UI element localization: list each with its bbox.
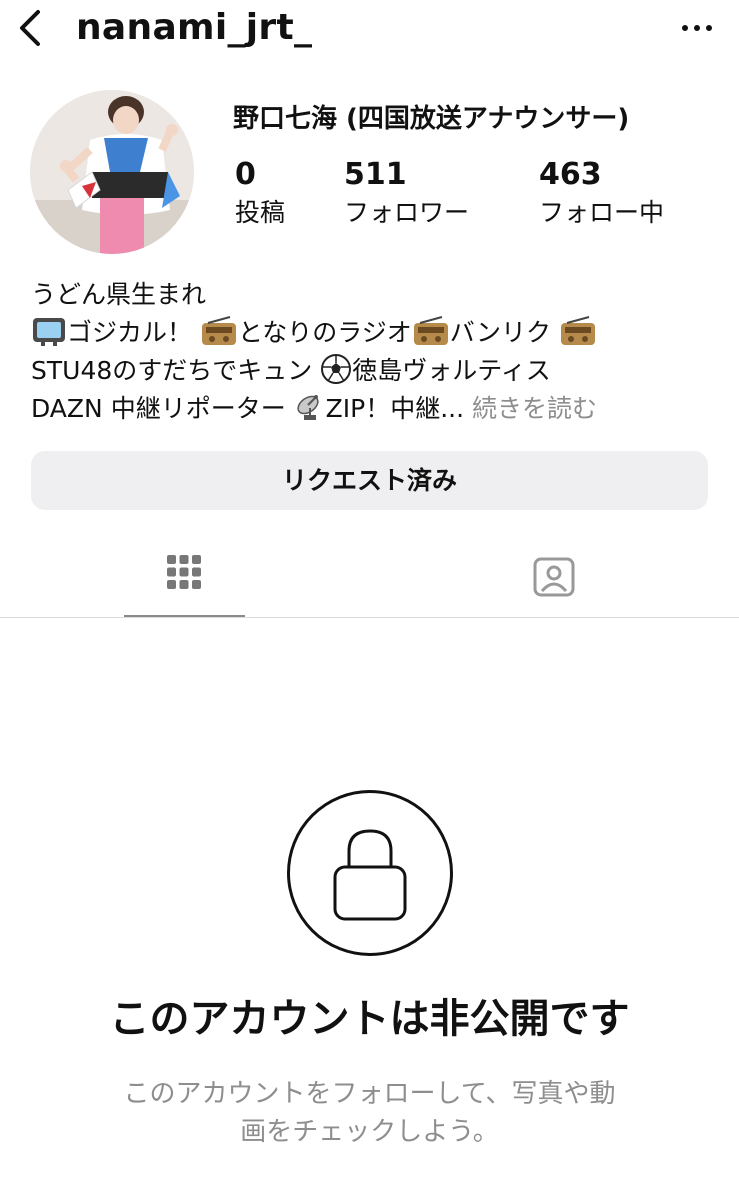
bio-line-2: ゴジカル！ となりのラジオ バンリク	[31, 314, 721, 352]
bio-line-4: DAZN 中継リポーター ZIP！中継... 続きを読む	[31, 390, 721, 428]
display-name: 野口七海 (四国放送アナウンサー)	[233, 104, 630, 134]
tabs-divider	[0, 617, 739, 618]
read-more-link[interactable]: 続きを読む	[472, 394, 597, 423]
satellite-dish-icon	[294, 391, 326, 434]
avatar[interactable]	[30, 90, 194, 254]
lock-icon	[287, 790, 453, 956]
followers-stat[interactable]: 511 フォロワー	[344, 156, 469, 232]
radio-icon	[559, 315, 597, 358]
bio-text: ゴジカル！	[67, 318, 193, 347]
bio-text: ZIP！中継...	[325, 394, 465, 423]
bio-text: うどん県生まれ	[31, 280, 207, 309]
posts-stat: 0 投稿	[235, 156, 285, 232]
bio-text: DAZN 中継リポーター	[31, 394, 286, 423]
followers-label: フォロワー	[344, 198, 470, 227]
posts-count: 0	[235, 157, 256, 192]
following-stat[interactable]: 463 フォロー中	[539, 156, 664, 232]
bio-line-1: うどん県生まれ	[31, 276, 721, 314]
more-horizontal-icon[interactable]	[675, 8, 719, 48]
chevron-left-icon[interactable]	[14, 6, 50, 50]
profile-page: nanami_jrt_ 野口七海 (四国放送アナウンサー) 0 投稿 511 フ…	[0, 0, 739, 1200]
profile-username: nanami_jrt_	[76, 7, 313, 48]
bio-text: となりのラジオ	[237, 318, 412, 347]
followers-count: 511	[344, 157, 407, 192]
tab-posts-grid[interactable]	[124, 540, 245, 618]
private-account-description: このアカウントをフォローして、写真や動 画をチェックしよう。	[60, 1075, 679, 1151]
bio-text: 徳島ヴォルティス	[352, 356, 551, 385]
description-line-2: 画をチェックしよう。	[240, 1117, 499, 1147]
tab-tagged[interactable]	[492, 540, 614, 618]
tagged-person-icon	[533, 557, 575, 597]
requested-button[interactable]: リクエスト済み	[31, 451, 708, 510]
following-count: 463	[539, 157, 602, 192]
bio-text: バンリク	[449, 318, 551, 347]
private-account-title: このアカウントは非公開です	[109, 996, 630, 1042]
bio-text: STU48のすだちでキュン	[31, 356, 313, 385]
grid-icon	[167, 555, 201, 589]
posts-label: 投稿	[235, 198, 286, 227]
following-label: フォロー中	[539, 198, 665, 227]
bio: うどん県生まれ ゴジカル！ となりのラジオ バンリク STU48のすだちでキュン…	[31, 276, 721, 428]
description-line-1: このアカウントをフォローして、写真や動	[123, 1079, 616, 1109]
top-bar: nanami_jrt_	[0, 0, 739, 62]
bio-line-3: STU48のすだちでキュン 徳島ヴォルティス	[31, 352, 721, 390]
